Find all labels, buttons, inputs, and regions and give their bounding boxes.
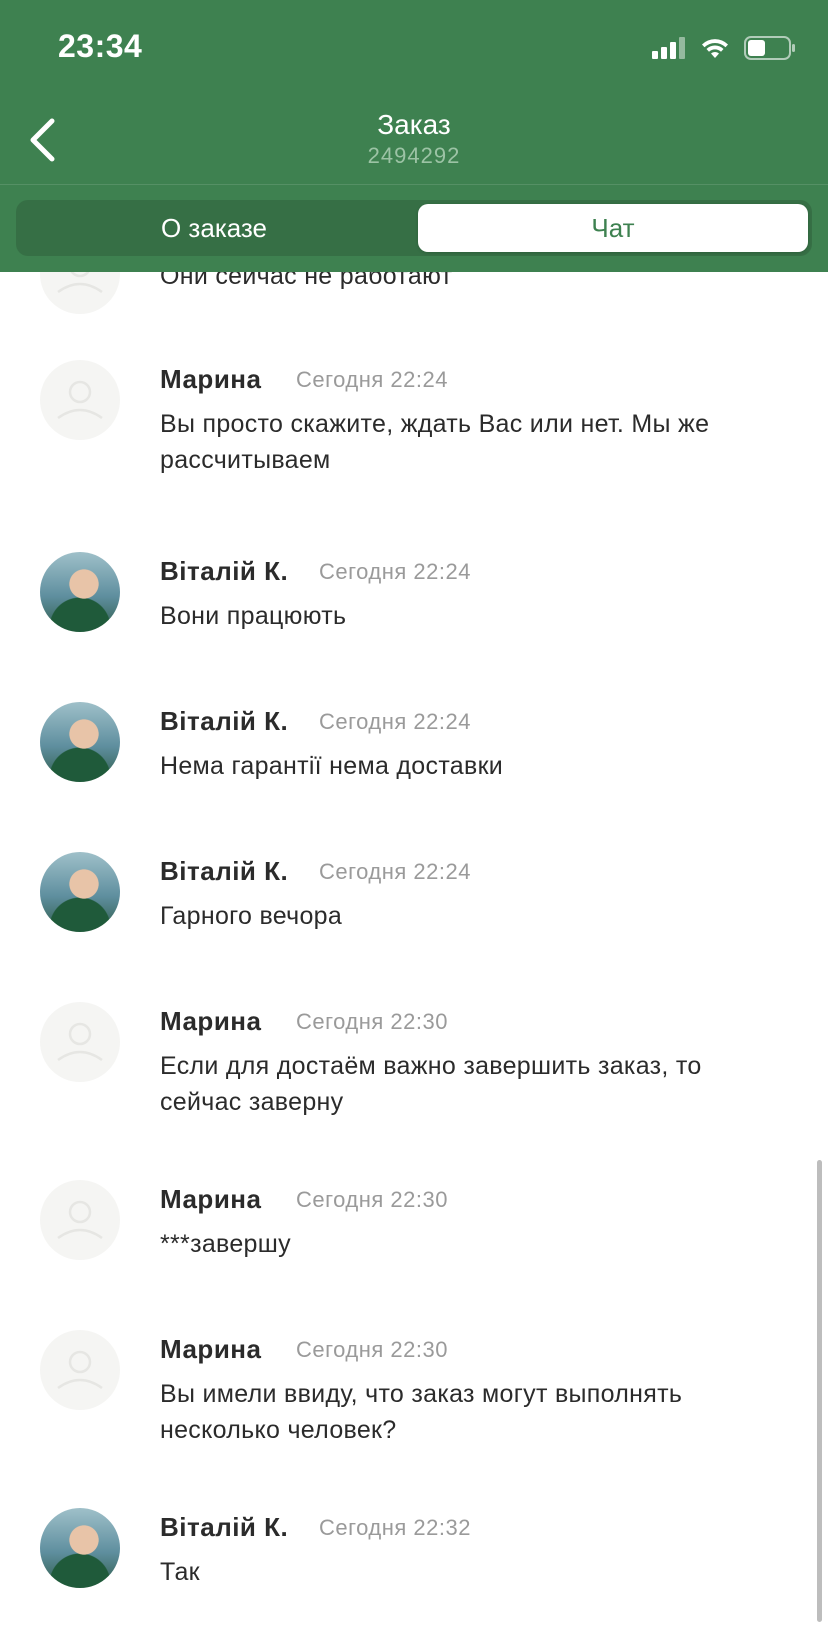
user-photo-avatar[interactable] bbox=[40, 852, 120, 932]
order-number: 2494292 bbox=[367, 143, 461, 168]
header: 23:34 Заказ 2494292 О заказе Чат bbox=[0, 0, 828, 272]
user-photo-avatar[interactable] bbox=[40, 702, 120, 782]
message-time: Сегодня 22:30 bbox=[296, 1009, 448, 1034]
cellular-signal-icon bbox=[652, 37, 685, 59]
default-avatar-icon bbox=[40, 272, 120, 314]
screen: 23:34 Заказ 2494292 О заказе Чат Они сей… bbox=[0, 0, 828, 1630]
title-block: Заказ 2494292 bbox=[0, 108, 828, 170]
message-text: Нема гарантії нема доставки bbox=[160, 752, 504, 780]
message-text: Вы имели ввиду, что заказ могут выполнят… bbox=[160, 1380, 683, 1444]
message-text: Так bbox=[160, 1558, 200, 1586]
default-avatar-icon bbox=[40, 1002, 120, 1082]
segmented-tabs: О заказе Чат bbox=[16, 200, 812, 256]
user-photo-avatar[interactable] bbox=[40, 552, 120, 632]
message-text: Они сейчас не работают bbox=[160, 272, 453, 290]
status-icons bbox=[652, 36, 796, 60]
message-text: Вы просто скажите, ждать Вас или нет. Мы… bbox=[160, 410, 710, 474]
message-text: Вони працюють bbox=[160, 602, 347, 630]
message-text: Если для достаём важно завершить заказ, … bbox=[160, 1052, 702, 1116]
tab-chat[interactable]: Чат bbox=[418, 204, 808, 252]
sender-name: Марина bbox=[160, 364, 262, 394]
message-time: Сегодня 22:24 bbox=[319, 559, 471, 584]
message-time: Сегодня 22:24 bbox=[319, 859, 471, 884]
header-divider bbox=[0, 184, 828, 185]
sender-name: Марина bbox=[160, 1006, 262, 1036]
sender-name: Віталій К. bbox=[160, 706, 289, 736]
wifi-icon bbox=[702, 39, 728, 58]
chat-list[interactable]: Они сейчас не работают Марина Сегодня 22… bbox=[0, 272, 828, 1630]
message-time: Сегодня 22:30 bbox=[296, 1337, 448, 1362]
sender-name: Віталій К. bbox=[160, 556, 289, 586]
status-time: 23:34 bbox=[58, 28, 143, 64]
message-time: Сегодня 22:24 bbox=[319, 709, 471, 734]
default-avatar-icon bbox=[40, 360, 120, 440]
default-avatar-icon bbox=[40, 1330, 120, 1410]
tab-about-order[interactable]: О заказе bbox=[16, 200, 412, 256]
battery-icon bbox=[744, 36, 795, 60]
user-photo-avatar[interactable] bbox=[40, 1508, 120, 1588]
sender-name: Віталій К. bbox=[160, 856, 289, 886]
message-time: Сегодня 22:24 bbox=[296, 367, 448, 392]
default-avatar-icon bbox=[40, 1180, 120, 1260]
sender-name: Марина bbox=[160, 1184, 262, 1214]
sender-name: Марина bbox=[160, 1334, 262, 1364]
message-text: ***завершу bbox=[160, 1230, 291, 1258]
message-time: Сегодня 22:32 bbox=[319, 1515, 471, 1540]
sender-name: Віталій К. bbox=[160, 1512, 289, 1542]
message-text: Гарного вечора bbox=[160, 902, 343, 930]
page-title: Заказ bbox=[377, 109, 451, 140]
scrollbar[interactable] bbox=[817, 1160, 822, 1622]
message-time: Сегодня 22:30 bbox=[296, 1187, 448, 1212]
